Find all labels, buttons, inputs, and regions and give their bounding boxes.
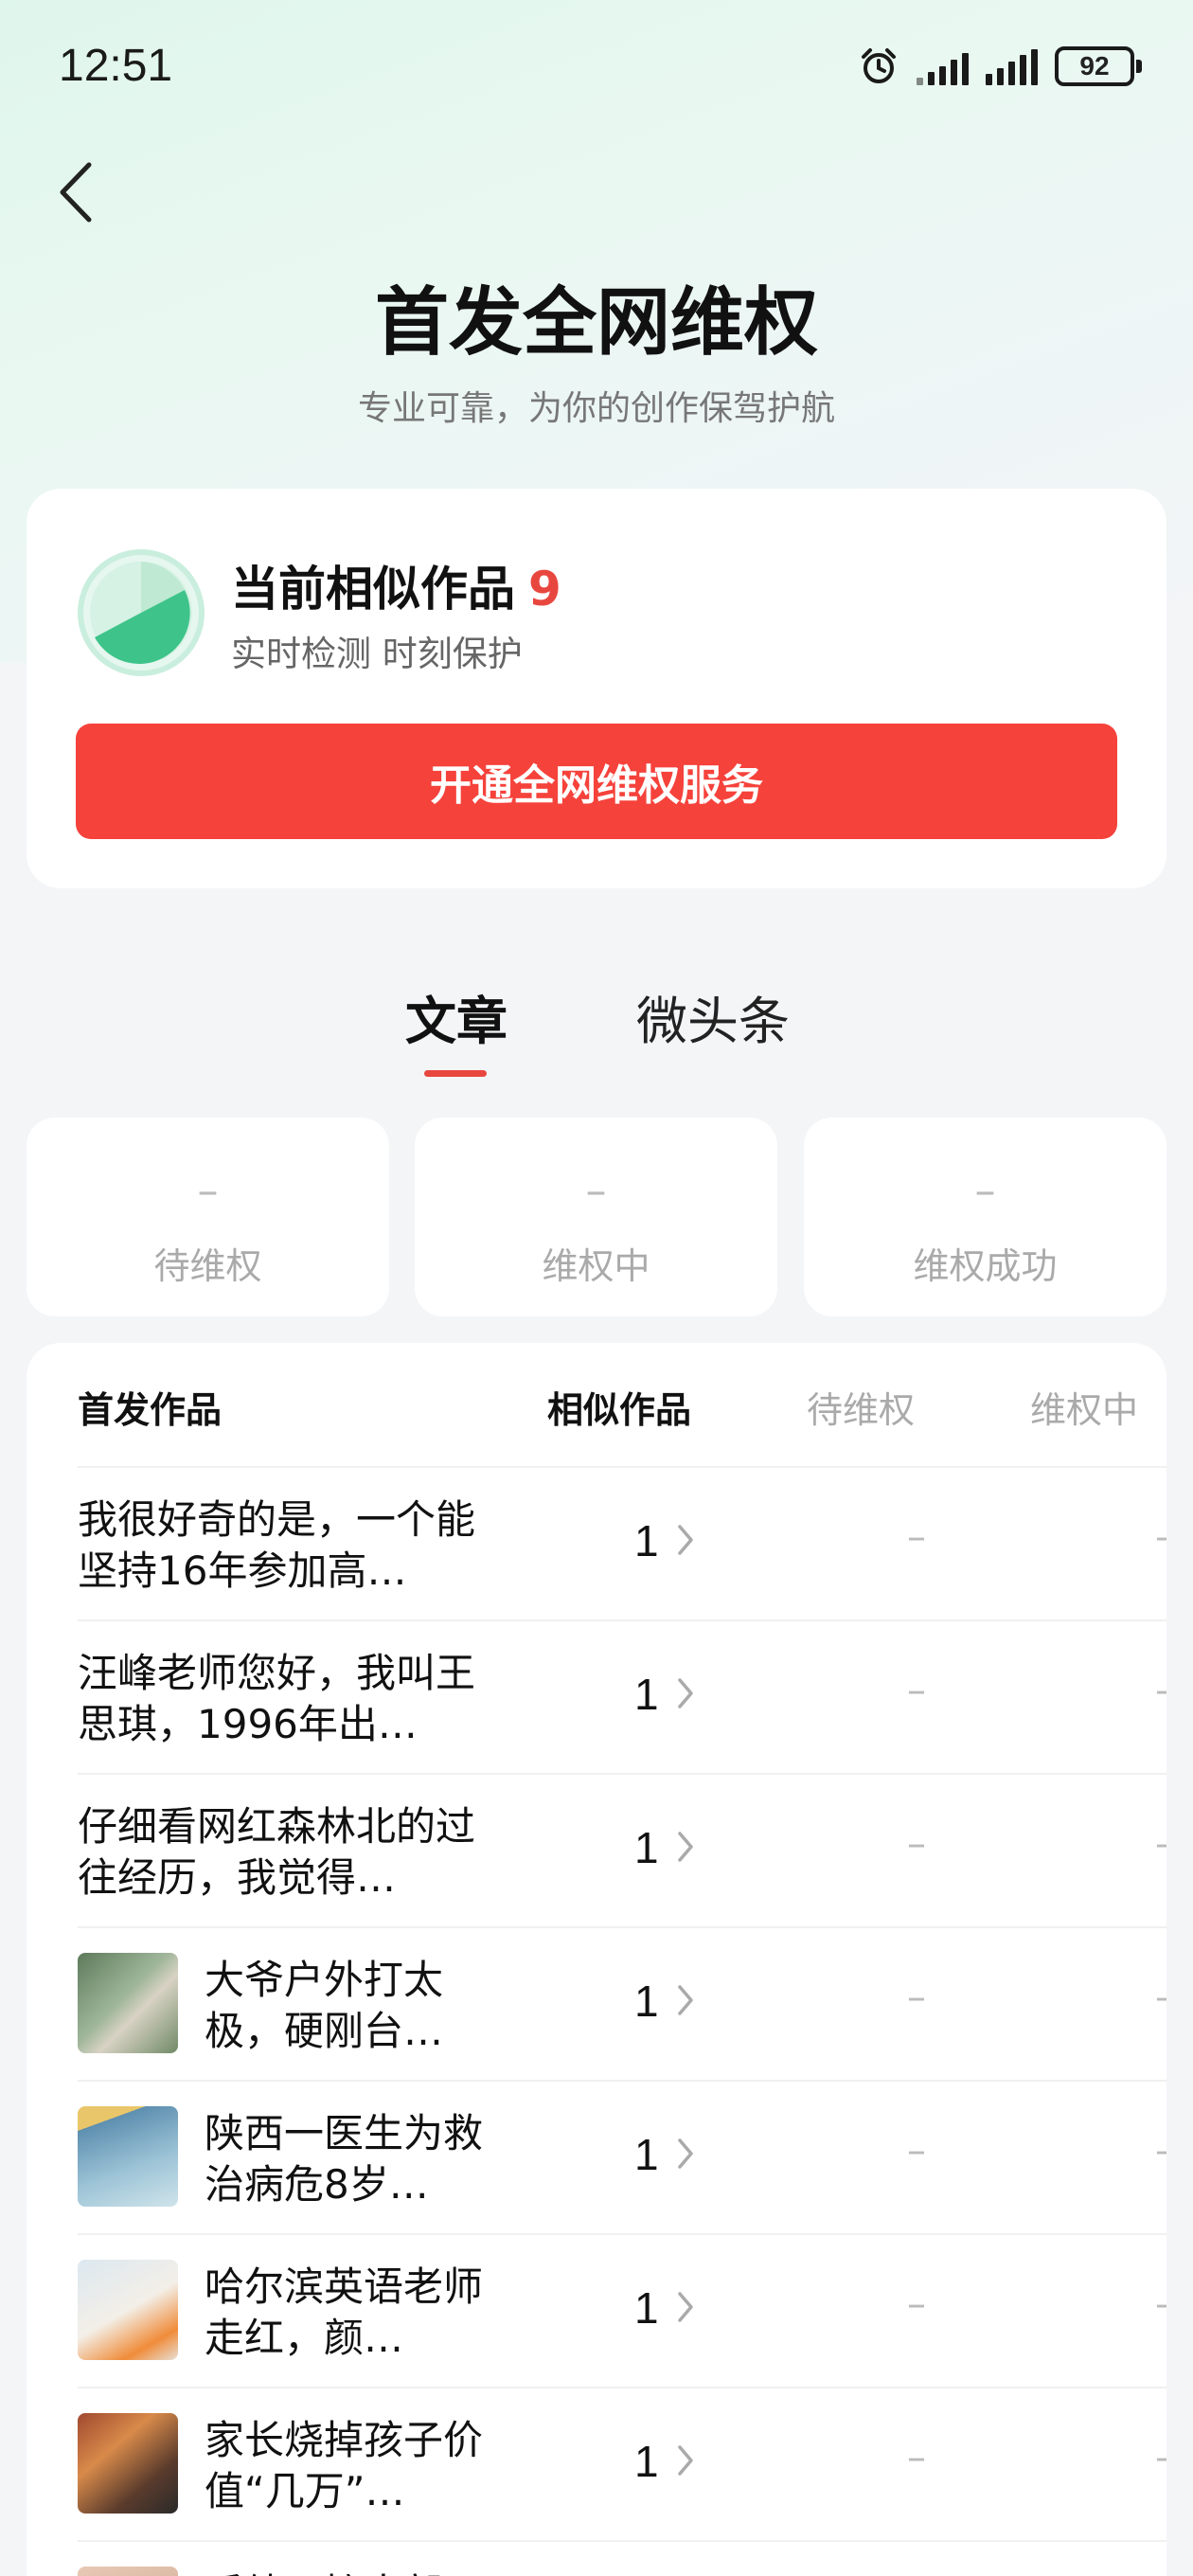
table-row[interactable]: 大爷户外打太极，硬刚台… 1 – –	[78, 1926, 1166, 2080]
work-thumbnail	[78, 2413, 178, 2513]
stat-value: –	[585, 1167, 607, 1215]
chevron-right-icon	[678, 2292, 693, 2322]
similar-works-count: 9	[528, 562, 561, 617]
work-thumbnail	[78, 1953, 178, 2053]
work-thumbnail	[78, 2260, 178, 2360]
status-icons: 92	[858, 45, 1142, 87]
pending-value: –	[907, 2129, 926, 2173]
table-body: 我很好奇的是，一个能坚持16年参加高…1––汪峰老师您好，我叫王思琪，1996年…	[78, 1466, 1166, 2576]
work-title: 家长烧掉孩子价值“几万”…	[205, 2417, 484, 2514]
stat-card-in-progress[interactable]: – 维权中	[415, 1118, 777, 1316]
in-progress-value: –	[1155, 2436, 1166, 2479]
tab-articles[interactable]: 文章	[405, 979, 507, 1054]
stat-value: –	[974, 1167, 996, 1215]
chevron-right-icon	[678, 2138, 693, 2169]
in-progress-value: –	[1155, 2129, 1166, 2173]
header-original-work: 首发作品	[78, 1389, 223, 1431]
battery-icon: 92	[1055, 46, 1142, 86]
pending-value: –	[907, 1976, 926, 2019]
similar-works-label: 当前相似作品	[231, 562, 515, 617]
table-row[interactable]: 汪峰老师您好，我叫王思琪，1996年出… 1 – –	[78, 1619, 1166, 1773]
pending-value: –	[907, 1669, 926, 1712]
work-title: 大爷户外打太极，硬刚台…	[205, 1957, 444, 2054]
work-thumbnail	[78, 2567, 178, 2576]
works-table: 首发作品 相似作品 待维权 维权中 我很好奇的是，一个能坚持16年参加高… 1 – –…	[27, 1343, 1166, 2576]
chevron-right-icon	[678, 1678, 693, 1708]
battery-level: 92	[1079, 51, 1110, 80]
summary-card: 当前相似作品 9 实时检测 时刻保护 开通全网维权服务	[27, 489, 1166, 888]
page-subtitle: 专业可靠，为你的创作保驾护航	[357, 389, 835, 428]
stat-value: –	[197, 1167, 219, 1215]
radar-scan-icon	[78, 549, 205, 676]
work-title: 后续！接出部	[205, 2568, 498, 2576]
stat-label: 待维权	[153, 1245, 262, 1287]
similar-count: 1	[634, 1516, 659, 1565]
similar-count: 1	[634, 1977, 659, 2026]
tab-micro-headlines[interactable]: 微头条	[636, 979, 790, 1054]
work-thumbnail	[78, 2106, 178, 2207]
table-row[interactable]: 家长烧掉孩子价值“几万”… 1 – –	[78, 2387, 1166, 2540]
back-arrow-icon[interactable]	[55, 159, 102, 225]
tab-active-indicator	[424, 1070, 487, 1077]
signal-icon-2	[986, 47, 1038, 85]
stat-card-success[interactable]: – 维权成功	[804, 1118, 1166, 1316]
table-row[interactable]: 哈尔滨英语老师走红，颜… 1 – –	[78, 2233, 1166, 2387]
tab-bar: 文章 微头条	[0, 979, 1193, 1083]
stat-label: 维权成功	[913, 1245, 1058, 1287]
stats-row: – 待维权 – 维权中 – 维权成功	[27, 1118, 1166, 1316]
in-progress-value: –	[1155, 1669, 1166, 1712]
pending-value: –	[907, 2436, 926, 2479]
status-bar: 12:51 92	[0, 0, 1193, 133]
table-header: 首发作品 相似作品 待维权 维权中	[27, 1381, 1166, 1447]
in-progress-value: –	[1155, 1515, 1166, 1559]
pending-value: –	[907, 1515, 926, 1559]
header-similar-works: 相似作品	[547, 1389, 692, 1431]
table-row[interactable]: 陕西一医生为救治病危8岁… 1 – –	[78, 2080, 1166, 2233]
work-title: 哈尔滨英语老师走红，颜…	[205, 2263, 484, 2361]
similar-works-title: 当前相似作品 9	[231, 551, 561, 619]
in-progress-value: –	[1155, 1822, 1166, 1866]
similar-count: 1	[634, 1823, 659, 1872]
pending-value: –	[907, 1822, 926, 1866]
header-pending: 待维权	[807, 1389, 916, 1431]
table-row[interactable]: 后续！接出部1––	[78, 2540, 1166, 2576]
table-row[interactable]: 我很好奇的是，一个能坚持16年参加高… 1 – –	[78, 1466, 1166, 1619]
pending-value: –	[907, 2282, 926, 2326]
signal-icon-1	[917, 47, 969, 85]
stat-label: 维权中	[542, 1245, 650, 1287]
in-progress-value: –	[1155, 2282, 1166, 2326]
stat-card-pending[interactable]: – 待维权	[27, 1118, 389, 1316]
similar-count: 1	[634, 2283, 659, 2333]
similar-count: 1	[634, 2130, 659, 2179]
activate-rights-button[interactable]: 开通全网维权服务	[76, 724, 1117, 839]
chevron-right-icon	[678, 2445, 693, 2476]
chevron-right-icon	[678, 1985, 693, 2015]
work-title: 我很好奇的是，一个能坚持16年参加高…	[78, 1496, 476, 1594]
alarm-icon	[862, 48, 896, 83]
chevron-right-icon	[678, 1832, 693, 1862]
work-title: 陕西一医生为救治病危8岁…	[205, 2110, 484, 2208]
page-title: 首发全网维权	[374, 280, 818, 366]
similar-count: 1	[634, 2437, 659, 2486]
header-in-progress: 维权中	[1030, 1389, 1139, 1431]
in-progress-value: –	[1155, 1976, 1166, 2019]
similar-count: 1	[634, 1670, 659, 1719]
table-row[interactable]: 仔细看网红森林北的过往经历，我觉得… 1 – –	[78, 1773, 1166, 1926]
summary-subtitle: 实时检测 时刻保护	[231, 634, 523, 674]
work-title: 仔细看网红森林北的过往经历，我觉得…	[78, 1803, 476, 1901]
chevron-right-icon	[678, 1525, 693, 1555]
work-title: 汪峰老师您好，我叫王思琪，1996年出…	[78, 1650, 476, 1747]
status-time: 12:51	[59, 41, 173, 91]
